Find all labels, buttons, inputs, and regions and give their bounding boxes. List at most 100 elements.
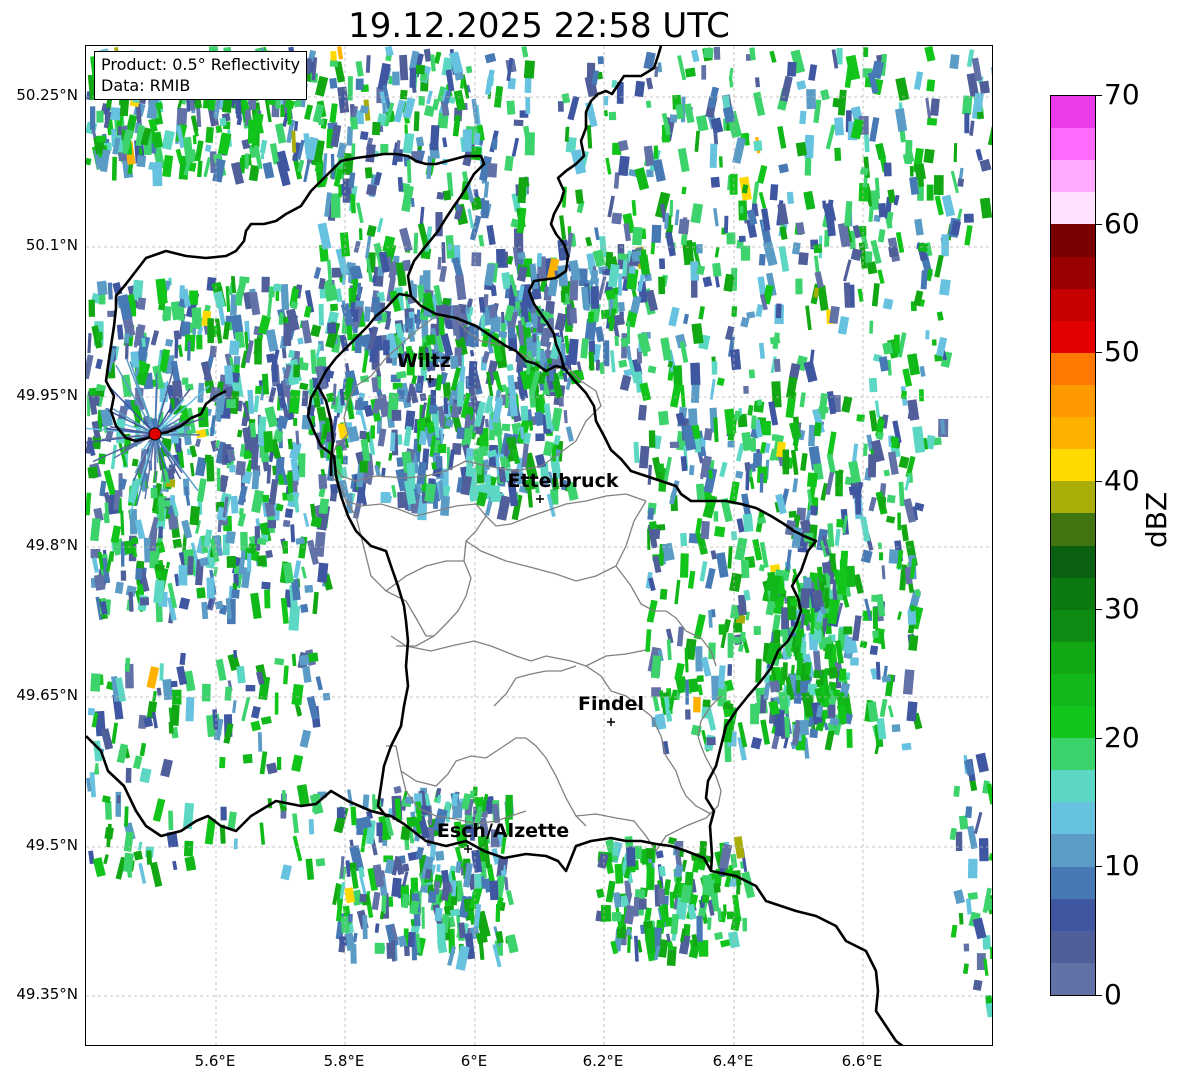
echo-cell [618,273,622,296]
colorbar-tick-label: 70 [1104,78,1140,111]
lon-tick-label: 6.4°E [712,1052,754,1070]
echo-cell [631,199,637,216]
echo-cell [755,304,764,318]
echo-cell [804,157,812,176]
echo-cell [366,184,378,196]
echo-cell [657,410,670,426]
echo-cell [778,163,789,174]
echo-cell [314,531,326,558]
echo-cell [634,935,639,962]
echo-cell [868,377,878,393]
echo-cell [769,680,781,693]
echo-cell [634,845,642,860]
echo-cell [898,455,910,469]
echo-cell [505,889,515,906]
echo-cell [364,167,373,179]
echo-cell [670,913,680,935]
echo-cell [647,365,657,374]
echo-cell [181,321,191,337]
echo-cell [361,348,370,373]
echo-cell [926,117,938,126]
echo-cell [859,640,868,649]
echo-cell [423,105,436,117]
echo-cell [101,795,111,804]
echo-cell [690,362,701,386]
echo-cell [266,762,278,775]
echo-cell [805,305,812,331]
echo-cell [411,374,418,385]
echo-cell [107,282,113,300]
echo-cell [484,52,497,64]
colorbar-tick-label: 0 [1104,978,1122,1011]
echo-cell [626,846,636,867]
echo-cell [827,431,837,456]
echo-cell [949,827,957,841]
echo-cell [310,516,323,528]
echo-cell [315,858,326,867]
echo-cell [914,218,924,236]
echo-cell [706,737,716,746]
echo-cell [777,125,787,149]
echo-cell [362,915,368,940]
echo-cell [906,701,918,722]
echo-cell [307,652,319,663]
echo-cell [727,664,733,676]
echo-cell [818,406,829,414]
echo-cell [653,145,659,159]
echo-cell [869,320,874,334]
echo-cell [196,160,203,178]
echo-cell [713,46,721,60]
echo-cell [116,324,124,340]
echo-cell [235,291,243,306]
echo-cell [268,387,277,403]
echo-cell [187,341,191,361]
echo-cell [259,822,266,845]
echo-cell [206,577,215,599]
echo-cell [611,912,622,922]
echo-cell [588,351,595,371]
echo-cell [529,420,533,431]
echo-cell [737,643,745,653]
echo-cell [926,184,934,201]
echo-cell [262,161,275,179]
echo-cell [712,262,722,277]
echo-cell [687,570,696,589]
echo-cell [444,418,454,428]
echo-cell [90,518,101,542]
echo-cell [348,275,352,284]
lon-tick-label: 5.6°E [194,1052,236,1070]
echo-cell [301,390,309,407]
colorbar-tick-label: 10 [1104,849,1140,883]
echo-cell [125,767,132,783]
echo-cell [747,404,754,416]
echo-cell [434,907,443,922]
radar-map[interactable] [85,45,993,1046]
echo-cell [690,203,704,224]
echo-cell [850,657,859,666]
echo-cell [226,399,236,409]
echo-cell [718,624,726,635]
echo-cell [490,285,497,297]
echo-cell [713,417,719,443]
echo-cell [753,91,766,117]
echo-cell [825,124,836,150]
echo-cell [435,850,445,861]
echo-cell [973,811,983,834]
colorbar-segment [1051,288,1095,321]
echo-cell [750,736,762,750]
echo-cell [617,301,625,312]
echo-cell [565,426,574,442]
echo-cell [330,303,339,312]
echo-cell [722,904,727,915]
echo-cell [123,831,134,852]
colorbar-segment [1051,801,1095,835]
echo-cell [382,339,390,351]
echo-cell [843,626,853,635]
echo-cell [698,306,705,320]
echo-cell [391,409,402,421]
echo-cell [256,538,267,545]
echo-cell [888,245,899,258]
echo-cell [647,464,652,485]
echo-cell [176,107,188,125]
echo-cell [806,472,818,488]
